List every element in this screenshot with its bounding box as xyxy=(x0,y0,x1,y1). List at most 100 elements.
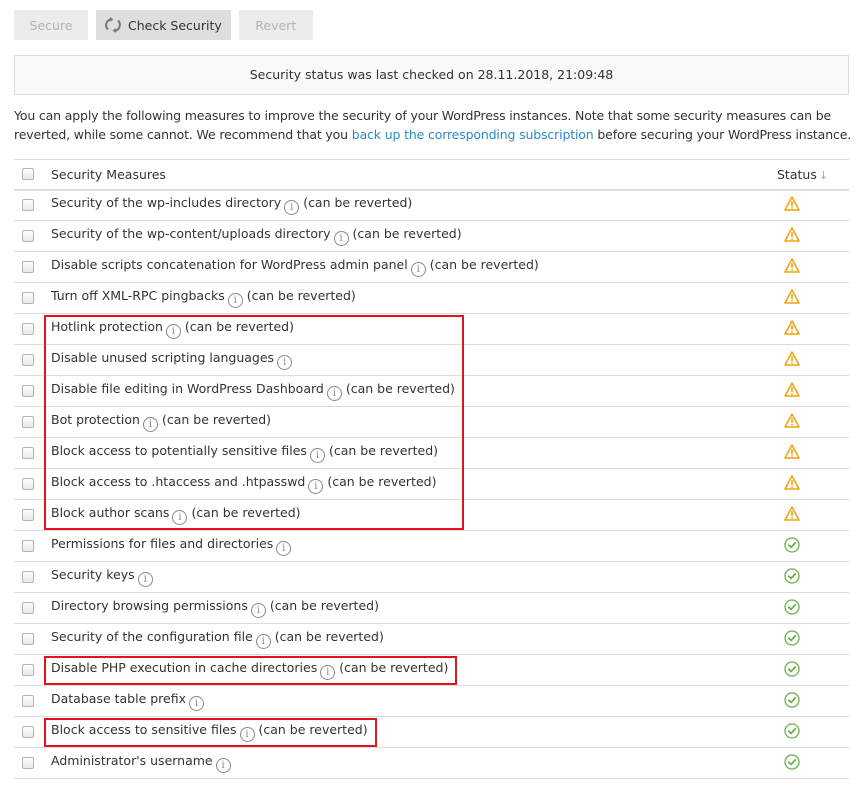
table-row[interactable]: Security of the configuration file i (can … xyxy=(14,623,849,655)
table-row[interactable]: Security keys i xyxy=(14,561,849,593)
measure-name: Security of the wp-content/uploads direc… xyxy=(51,226,331,241)
status-cell xyxy=(777,561,849,593)
table-row[interactable]: Block access to potentially sensitive fi… xyxy=(14,437,849,469)
row-checkbox[interactable] xyxy=(22,354,34,366)
measure-cell: Bot protection i (can be reverted) xyxy=(51,406,777,438)
measure-cell: Block author scans i (can be reverted) xyxy=(51,499,777,531)
info-icon[interactable]: i xyxy=(308,479,324,494)
info-icon[interactable]: i xyxy=(276,541,292,556)
table-header-row: Security Measures Status ↓ xyxy=(14,159,849,191)
row-checkbox[interactable] xyxy=(22,633,34,645)
info-icon[interactable]: i xyxy=(326,386,342,401)
row-checkbox[interactable] xyxy=(22,540,34,552)
status-cell xyxy=(777,375,849,407)
row-checkbox[interactable] xyxy=(22,757,34,769)
table-row[interactable]: Turn off XML-RPC pingbacks i (can be rever… xyxy=(14,282,849,314)
info-icon[interactable]: i xyxy=(410,262,426,277)
measure-name: Disable file editing in WordPress Dashbo… xyxy=(51,381,324,396)
table-row[interactable]: Security of the wp-content/uploads direc… xyxy=(14,220,849,252)
warning-icon xyxy=(784,413,800,431)
row-checkbox[interactable] xyxy=(22,199,34,212)
row-checkbox[interactable] xyxy=(22,726,34,738)
table-row[interactable]: Security of the wp-includes directory i (c… xyxy=(14,189,849,221)
table-row[interactable]: Disable unused scripting languages i xyxy=(14,344,849,376)
info-icon[interactable]: i xyxy=(189,696,205,711)
info-icon[interactable]: i xyxy=(250,603,266,618)
info-icon[interactable]: i xyxy=(255,634,271,649)
table-row[interactable]: Bot protection i (can be reverted) xyxy=(14,406,849,438)
row-checkbox-cell xyxy=(14,313,51,345)
table-row[interactable]: Database table prefix i xyxy=(14,685,849,717)
measure-name: Hotlink protection xyxy=(51,319,163,334)
info-icon[interactable]: i xyxy=(227,293,243,308)
info-icon[interactable]: i xyxy=(142,417,158,432)
row-checkbox-cell xyxy=(14,716,51,748)
row-checkbox[interactable] xyxy=(22,261,34,273)
row-checkbox[interactable] xyxy=(22,230,34,242)
revert-button[interactable]: Revert xyxy=(238,10,313,40)
measure-cell: Administrator's username i xyxy=(51,747,777,779)
intro-text-after: before securing your WordPress instance. xyxy=(593,126,852,142)
info-icon[interactable]: i xyxy=(239,727,255,742)
row-checkbox[interactable] xyxy=(22,664,34,676)
table-row[interactable]: Hotlink protection i (can be reverted) xyxy=(14,313,849,345)
row-checkbox[interactable] xyxy=(22,447,34,459)
table-row[interactable]: Disable scripts concatenation for WordPr… xyxy=(14,251,849,283)
table-row[interactable]: Block author scans i (can be reverted) xyxy=(14,499,849,531)
check-security-button[interactable]: Check Security xyxy=(96,10,231,40)
status-cell xyxy=(777,406,849,438)
table-row[interactable]: Directory browsing permissions i (can be r… xyxy=(14,592,849,624)
measure-cell: Disable PHP execution in cache directori… xyxy=(51,654,777,686)
row-checkbox-cell xyxy=(14,189,51,221)
warning-icon xyxy=(784,258,800,276)
row-checkbox[interactable] xyxy=(22,571,34,583)
table-row[interactable]: Disable file editing in WordPress Dashbo… xyxy=(14,375,849,407)
status-cell xyxy=(777,499,849,531)
info-icon[interactable]: i xyxy=(333,231,349,246)
row-checkbox[interactable] xyxy=(22,695,34,707)
sort-down-icon: ↓ xyxy=(818,168,829,182)
table-row[interactable]: Permissions for files and directories i xyxy=(14,530,849,562)
can-be-reverted-note: (can be reverted) xyxy=(274,629,384,644)
measure-cell: Disable file editing in WordPress Dashbo… xyxy=(51,375,777,407)
check-security-label: Check Security xyxy=(128,17,222,33)
info-icon[interactable]: i xyxy=(309,448,325,463)
measure-name: Security of the configuration file xyxy=(51,629,253,644)
row-checkbox[interactable] xyxy=(22,323,34,335)
table-row[interactable]: Block access to .htaccess and .htpasswd i… xyxy=(14,468,849,500)
info-icon[interactable]: i xyxy=(165,324,181,339)
status-cell xyxy=(777,685,849,717)
row-checkbox[interactable] xyxy=(22,509,34,521)
table-row[interactable]: Block access to sensitive files i (can be … xyxy=(14,716,849,748)
info-icon[interactable]: i xyxy=(172,510,188,525)
table-row[interactable]: Disable PHP execution in cache directori… xyxy=(14,654,849,686)
row-checkbox[interactable] xyxy=(22,416,34,428)
info-icon[interactable]: i xyxy=(137,572,153,587)
can-be-reverted-note: (can be reverted) xyxy=(352,226,462,241)
row-checkbox[interactable] xyxy=(22,602,34,614)
warning-icon xyxy=(784,289,800,307)
row-checkbox[interactable] xyxy=(22,478,34,490)
row-checkbox[interactable] xyxy=(22,385,34,397)
intro-text: You can apply the following measures to … xyxy=(14,107,854,144)
status-cell xyxy=(777,282,849,314)
row-checkbox-cell xyxy=(14,561,51,593)
select-all-cell xyxy=(14,159,51,191)
row-checkbox-cell xyxy=(14,468,51,500)
secure-button[interactable]: Secure xyxy=(14,10,88,40)
table-row[interactable]: Administrator's username i xyxy=(14,747,849,779)
select-all-checkbox[interactable] xyxy=(22,168,34,181)
warning-icon xyxy=(784,227,800,245)
can-be-reverted-note: (can be reverted) xyxy=(339,660,449,675)
info-icon[interactable]: i xyxy=(277,355,293,370)
info-icon[interactable]: i xyxy=(320,665,336,680)
info-icon[interactable]: i xyxy=(284,200,300,216)
info-icon[interactable]: i xyxy=(215,758,231,773)
column-header-status[interactable]: Status ↓ xyxy=(777,159,849,191)
status-cell xyxy=(777,592,849,624)
status-header-label: Status xyxy=(777,166,817,182)
row-checkbox[interactable] xyxy=(22,292,34,304)
status-cell xyxy=(777,747,849,779)
row-checkbox-cell xyxy=(14,375,51,407)
backup-subscription-link[interactable]: back up the corresponding subscription xyxy=(352,127,594,142)
